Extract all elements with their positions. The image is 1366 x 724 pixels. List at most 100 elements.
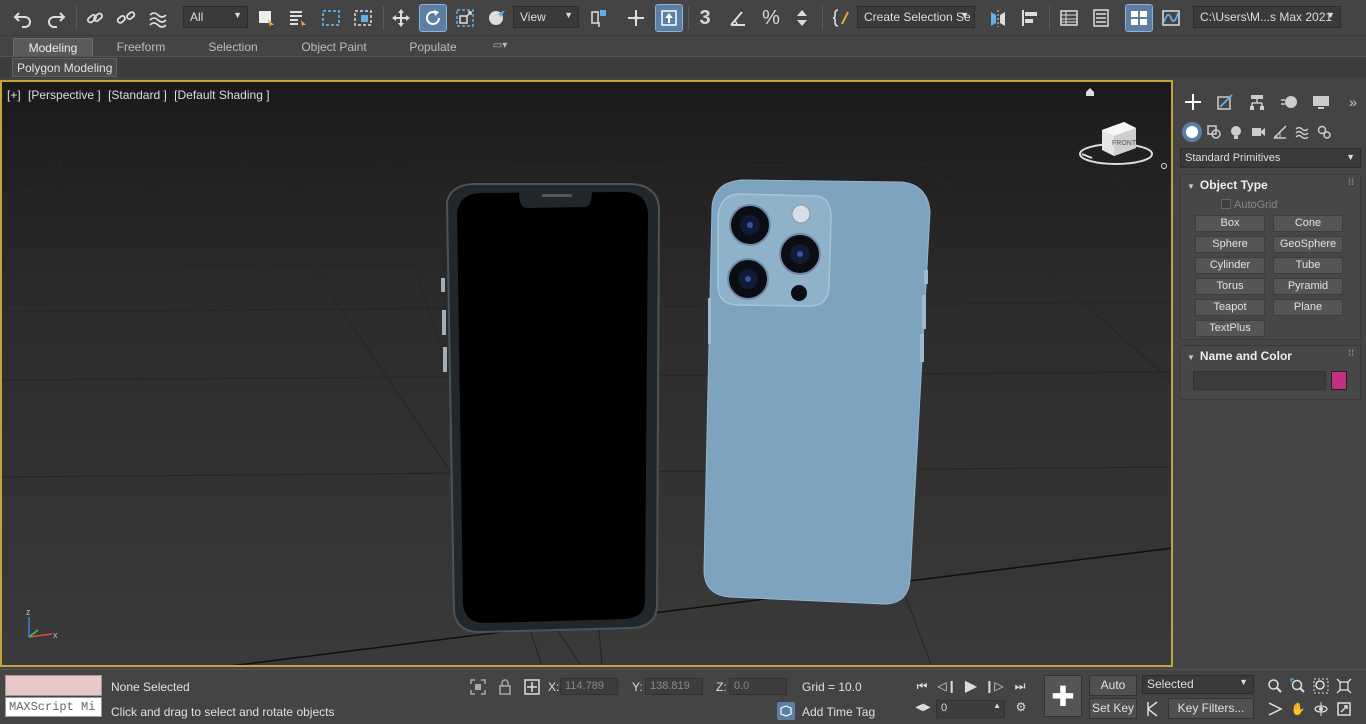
y-coord-field[interactable]: 138.819 [645, 678, 703, 695]
tab-object-paint[interactable]: Object Paint [293, 38, 375, 57]
ribbon-options-icon[interactable]: ▭▾ [485, 38, 515, 57]
undo-icon[interactable] [10, 5, 36, 31]
geometry-icon[interactable] [1182, 122, 1202, 142]
cameras-icon[interactable] [1248, 122, 1268, 142]
tab-modeling[interactable]: Modeling [13, 38, 93, 57]
reference-coordinate-dropdown[interactable]: View ▼ [513, 6, 579, 28]
teapot-button[interactable]: Teapot [1195, 299, 1265, 316]
snaps-toggle-icon[interactable]: 3 [692, 5, 718, 31]
helpers-icon[interactable] [1270, 122, 1290, 142]
edit-named-selection-icon[interactable] [828, 5, 854, 31]
x-coord-field[interactable]: 114.789 [560, 678, 618, 695]
pan-view-icon[interactable]: ✋ [1289, 700, 1307, 718]
maxscript-listener-output[interactable] [5, 675, 102, 696]
zoom-all-icon[interactable] [1289, 677, 1307, 695]
zoom-extents-all-icon[interactable] [1335, 677, 1353, 695]
textplus-button[interactable]: TextPlus [1195, 320, 1265, 337]
shapes-icon[interactable] [1204, 122, 1224, 142]
geosphere-button[interactable]: GeoSphere [1273, 236, 1343, 253]
curve-editor-icon[interactable] [1158, 5, 1184, 31]
key-mode-dropdown[interactable]: Selected ▼ [1142, 675, 1254, 694]
viewcube[interactable]: FRONT [1079, 122, 1167, 169]
current-frame-field[interactable]: 0 ▲ [936, 700, 1005, 718]
viewport-general-menu[interactable]: [+] [7, 88, 21, 102]
home-icon[interactable] [1086, 88, 1094, 96]
cylinder-button[interactable]: Cylinder [1195, 257, 1265, 274]
tab-selection[interactable]: Selection [196, 38, 270, 57]
zoom-extents-icon[interactable] [1312, 677, 1330, 695]
lights-icon[interactable] [1226, 122, 1246, 142]
utilities-tab-icon[interactable]: » [1341, 91, 1365, 113]
object-category-dropdown[interactable]: Standard Primitives ▼ [1180, 148, 1361, 168]
select-and-place-icon[interactable] [484, 5, 510, 31]
tube-button[interactable]: Tube [1273, 257, 1343, 274]
set-keys-icon[interactable]: ✚ [1044, 675, 1082, 717]
object-name-field[interactable] [1193, 371, 1326, 390]
select-and-move-icon[interactable] [388, 5, 414, 31]
unlink-icon[interactable] [113, 5, 139, 31]
maxscript-mini-listener-input[interactable]: MAXScript Mi [5, 697, 102, 717]
create-tab-icon[interactable] [1181, 91, 1205, 113]
align-icon[interactable] [1017, 5, 1043, 31]
named-selection-set-dropdown[interactable]: Create Selection Se ▼ [857, 6, 975, 28]
redo-icon[interactable] [43, 5, 69, 31]
go-to-start-icon[interactable]: ⏮ [912, 677, 932, 695]
toggle-ribbon-icon[interactable] [1125, 4, 1153, 32]
go-to-end-icon[interactable]: ⏭ [1010, 677, 1030, 695]
display-tab-icon[interactable] [1309, 91, 1333, 113]
key-mode-toggle-icon[interactable]: ◀▶ [913, 698, 933, 716]
select-and-scale-icon[interactable] [452, 5, 478, 31]
select-by-name-icon[interactable] [285, 5, 311, 31]
cone-button[interactable]: Cone [1273, 215, 1343, 232]
hierarchy-tab-icon[interactable] [1245, 91, 1269, 113]
add-time-tag-button[interactable]: Add Time Tag [802, 705, 875, 719]
window-crossing-icon[interactable] [350, 5, 376, 31]
time-tag-icon[interactable] [777, 702, 795, 720]
orbit-icon[interactable] [1312, 700, 1330, 718]
set-key-button[interactable]: Set Key [1089, 698, 1137, 719]
select-manipulate-icon[interactable] [623, 5, 649, 31]
field-of-view-icon[interactable] [1266, 700, 1284, 718]
z-coord-field[interactable]: 0.0 [729, 678, 787, 695]
auto-key-button[interactable]: Auto K... [1089, 675, 1137, 711]
motion-tab-icon[interactable] [1277, 91, 1301, 113]
link-icon[interactable] [82, 5, 108, 31]
project-folder-dropdown[interactable]: C:\Users\M...s Max 2021 ▼ [1193, 6, 1341, 28]
rectangular-selection-region-icon[interactable] [318, 5, 344, 31]
tab-freeform[interactable]: Freeform [105, 38, 177, 57]
perspective-viewport[interactable]: FRONT z x [+] [Perspective ] [Standard ]… [0, 80, 1173, 667]
select-object-icon[interactable] [253, 5, 279, 31]
maximize-viewport-icon[interactable] [1335, 700, 1353, 718]
pivot-point-center-icon[interactable] [586, 5, 612, 31]
modify-tab-icon[interactable] [1213, 91, 1237, 113]
sphere-button[interactable]: Sphere [1195, 236, 1265, 253]
pyramid-button[interactable]: Pyramid [1273, 278, 1343, 295]
object-color-swatch[interactable] [1331, 371, 1347, 390]
layer-explorer-icon[interactable] [1088, 5, 1114, 31]
absolute-mode-transform-icon[interactable] [523, 678, 541, 696]
object-type-header[interactable]: ▼ Object Type ⁞⁞ [1181, 175, 1360, 195]
angle-snap-icon[interactable] [725, 5, 751, 31]
viewport-standard-menu[interactable]: [Standard ] [108, 88, 167, 102]
space-warps-icon[interactable] [1292, 122, 1312, 142]
mirror-icon[interactable] [985, 5, 1011, 31]
isolate-selection-icon[interactable] [469, 678, 487, 696]
plane-button[interactable]: Plane [1273, 299, 1343, 316]
viewport-point-of-view-menu[interactable]: [Perspective ] [28, 88, 101, 102]
key-filter-icon[interactable] [1145, 700, 1163, 718]
next-frame-icon[interactable]: ❙▷ [984, 677, 1004, 695]
selection-filter-dropdown[interactable]: All ▼ [183, 6, 248, 28]
bind-spacewarp-icon[interactable] [145, 5, 171, 31]
phone-front-model[interactable] [441, 183, 661, 634]
torus-button[interactable]: Torus [1195, 278, 1265, 295]
viewport-label-menu[interactable]: [+] [Perspective ] [Standard ] [Default … [7, 88, 274, 102]
play-icon[interactable]: ▶ [961, 677, 981, 695]
keyboard-shortcut-override-icon[interactable] [655, 4, 683, 32]
select-and-rotate-icon[interactable] [419, 4, 447, 32]
tab-populate[interactable]: Populate [400, 38, 466, 57]
scene-explorer-icon[interactable] [1056, 5, 1082, 31]
percent-snap-icon[interactable]: % [758, 5, 784, 31]
phone-back-model[interactable] [703, 179, 931, 605]
spinner-snap-icon[interactable] [789, 5, 815, 31]
systems-icon[interactable] [1314, 122, 1334, 142]
